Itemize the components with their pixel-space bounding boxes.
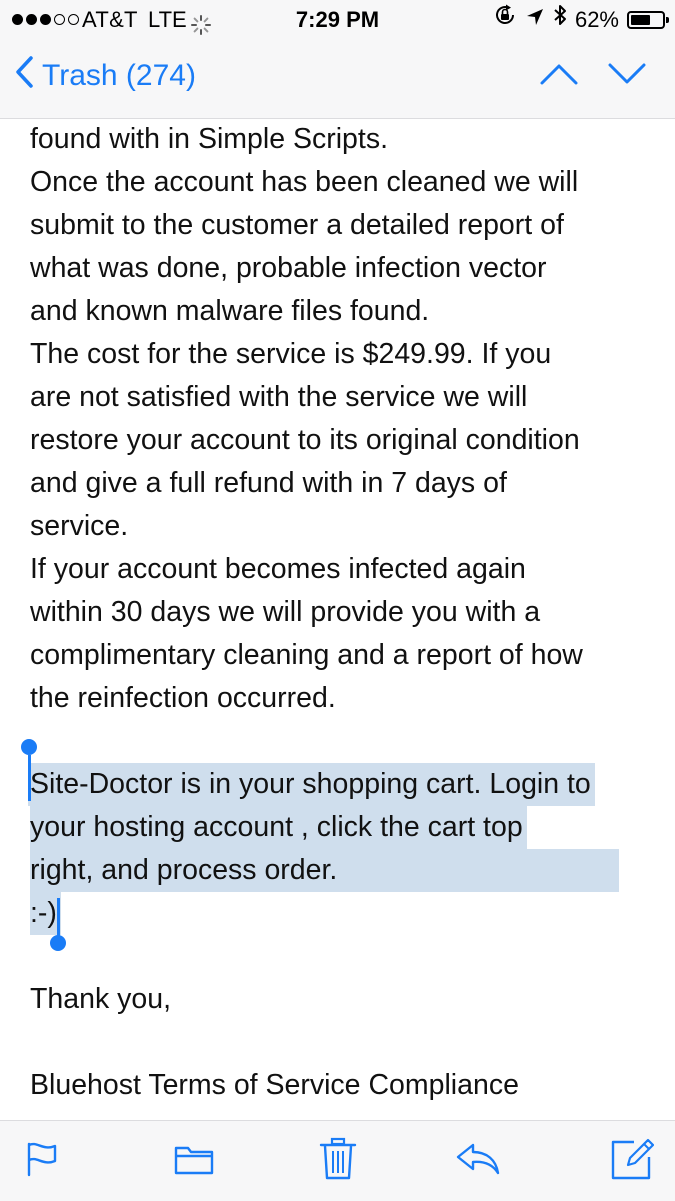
body-line: submit to the customer a detailed report…	[30, 209, 564, 241]
back-button[interactable]: Trash (274)	[14, 54, 196, 98]
location-icon	[525, 0, 545, 40]
compose-button[interactable]	[610, 1137, 655, 1186]
trash-icon	[318, 1137, 358, 1186]
selection-start-handle[interactable]	[21, 739, 37, 755]
nav-bar: Trash (274)	[0, 40, 675, 118]
reply-icon	[455, 1142, 501, 1181]
body-line: within 30 days we will provide you with …	[30, 596, 541, 628]
selected-text-line: Site-Doctor is in your shopping cart. Lo…	[28, 763, 595, 806]
selected-text-line: right, and process order.	[30, 849, 620, 892]
back-button-label: Trash (274)	[42, 59, 196, 92]
delete-button[interactable]	[316, 1137, 360, 1186]
bottom-toolbar	[0, 1120, 675, 1201]
header: AT&T LTE 7:29 PM 62% Trash (274)	[0, 0, 675, 119]
flag-button[interactable]	[20, 1139, 64, 1183]
next-message-button[interactable]	[603, 56, 651, 96]
body-line: Once the account has been cleaned we wil…	[30, 166, 579, 198]
email-body[interactable]: found with in Simple Scripts. Once the a…	[21, 118, 660, 1107]
selection-end-handle[interactable]	[50, 935, 66, 951]
flag-icon	[25, 1141, 59, 1182]
battery-level	[631, 15, 650, 25]
chevron-up-icon	[539, 62, 579, 91]
body-line: complimentary cleaning and a report of h…	[30, 639, 583, 671]
body-line: If your account becomes infected again	[30, 553, 526, 585]
move-to-folder-button[interactable]	[172, 1139, 216, 1183]
body-line: the reinfection occurred.	[30, 682, 336, 714]
compose-icon	[610, 1137, 655, 1186]
battery-icon	[627, 11, 669, 29]
closing-line: Thank you,	[30, 983, 171, 1015]
battery-tip	[666, 17, 669, 23]
status-bar: AT&T LTE 7:29 PM 62%	[0, 0, 675, 40]
chevron-down-icon	[607, 62, 647, 91]
folder-icon	[173, 1142, 215, 1181]
selection-end-caret	[57, 898, 60, 940]
selection-start-caret	[28, 755, 31, 801]
selected-text-line: your hosting account , click the cart to…	[30, 806, 527, 849]
body-line: found with in Simple Scripts.	[30, 123, 388, 155]
battery-percent: 62%	[574, 7, 619, 32]
reply-button[interactable]	[456, 1139, 500, 1183]
previous-message-button[interactable]	[535, 56, 583, 96]
bluetooth-icon	[553, 0, 567, 40]
signature-line: Bluehost Terms of Service Compliance	[30, 1069, 519, 1101]
body-line: and give a full refund with in 7 days of	[30, 467, 507, 499]
text-selection[interactable]: Site-Doctor is in your shopping cart. Lo…	[21, 739, 660, 951]
orientation-lock-icon	[493, 0, 517, 40]
body-line: are not satisfied with the service we wi…	[30, 381, 528, 413]
body-line: and known malware files found.	[30, 295, 430, 327]
chevron-left-icon	[14, 55, 34, 97]
body-line: what was done, probable infection vector	[30, 252, 547, 284]
body-line: restore your account to its original con…	[30, 424, 580, 456]
body-line: service.	[30, 510, 129, 542]
body-line: The cost for the service is $249.99. If …	[30, 338, 552, 370]
